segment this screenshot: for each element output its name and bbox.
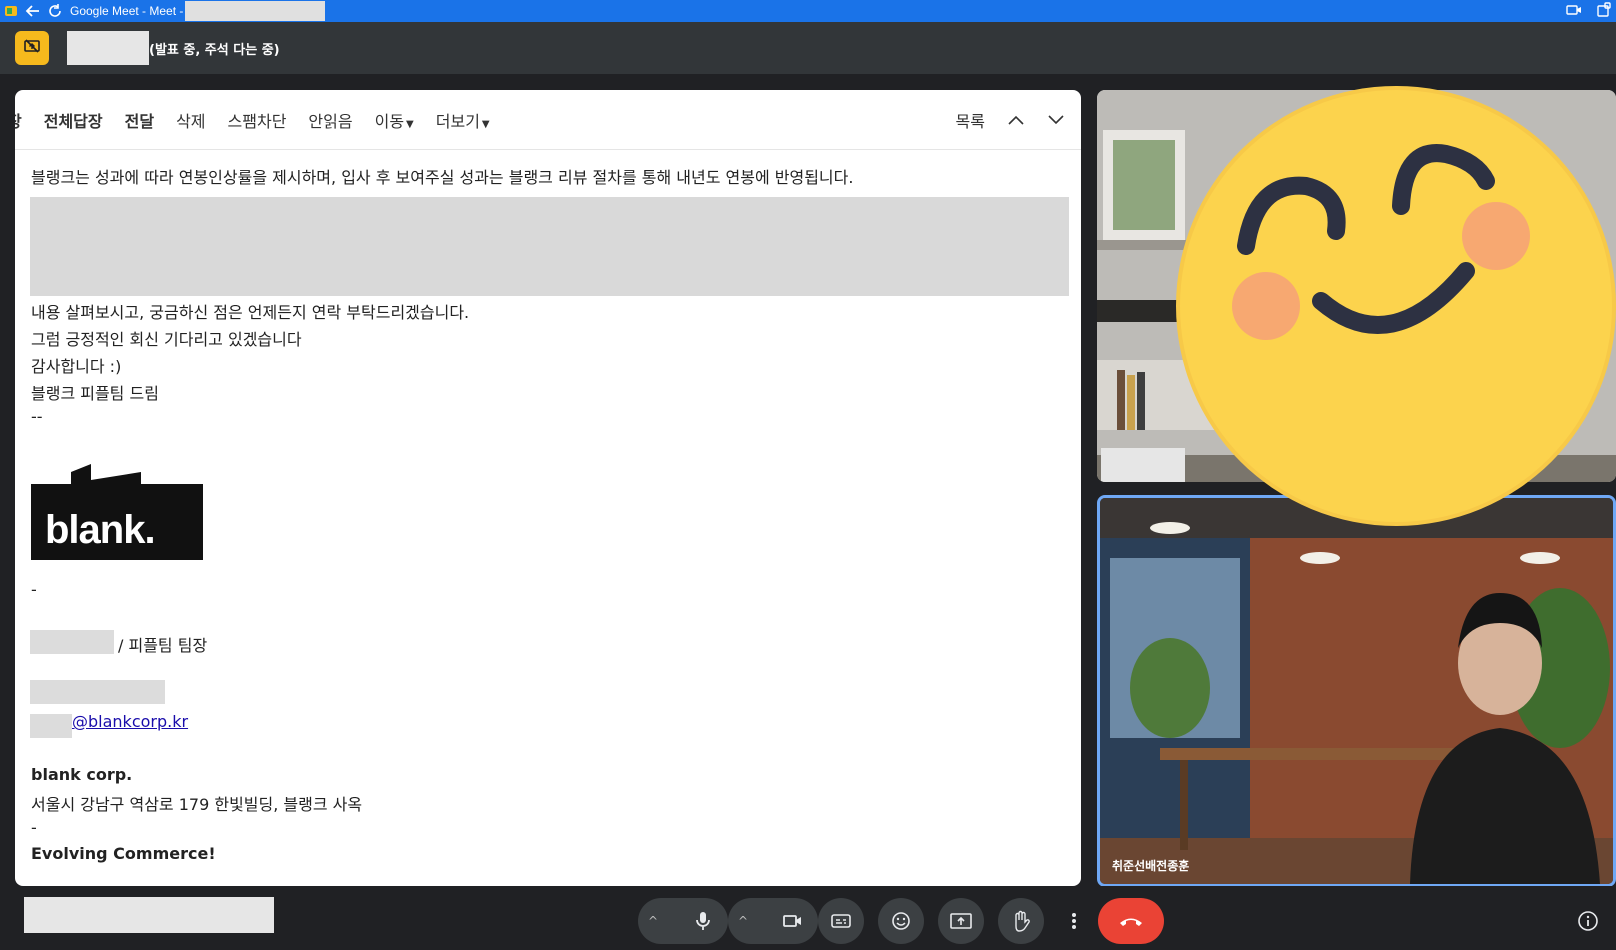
signature-title: / 피플팀 팀장 [118,636,208,655]
move-label: 이동 [374,111,405,131]
shared-screen: 장 전체답장 전달 삭제 스팸차단 안읽음 이동▼ 더보기▼ 목록 블랭크는 성… [15,90,1081,886]
company-name: blank corp. [31,765,133,784]
mail-paragraph: 블랭크는 성과에 따라 연봉인상률을 제시하며, 입사 후 보여주실 성과는 블… [31,168,854,187]
company-address: 서울시 강남구 역삼로 179 한빛빌딩, 블랭크 사옥 [31,795,363,814]
redacted-meeting-info [24,897,274,933]
camera-indicator-icon[interactable] [1566,3,1582,20]
present-button[interactable] [938,898,984,944]
forward-button[interactable]: 전달 [125,108,154,132]
camera-button[interactable] [773,901,813,941]
caret-down-icon: ▼ [406,118,414,130]
redacted-title [185,1,326,21]
list-button[interactable]: 목록 [956,108,985,132]
caret-down-icon: ▼ [481,118,490,130]
mail-paragraph: 블랭크 피플팀 드림 [31,384,159,403]
redacted-participant-name [1101,448,1185,482]
blank-logo: blank. [31,464,203,560]
raise-hand-icon [1015,910,1030,932]
end-call-icon [1120,918,1142,926]
captions-icon [831,914,851,928]
raise-hand-button[interactable] [998,898,1044,944]
email-link[interactable]: @blankcorp.kr [72,712,188,731]
redacted-block [30,197,1069,296]
presenter-status: (발표 중, 주석 다는 중) [149,42,280,58]
move-dropdown[interactable]: 이동 ▼ [375,108,414,132]
smiling-face-emoji-icon [1176,86,1616,526]
site-favicon-icon [0,0,22,22]
mail-paragraph: 내용 살펴보시고, 궁금하신 점은 언제든지 연락 부탁드리겠습니다. [31,303,470,322]
redacted-email-user [30,714,72,738]
present-icon [950,913,972,929]
extension-icon[interactable] [1596,1,1612,21]
mail-paragraph: 감사합니다 :) [31,357,122,376]
redacted-name [30,630,114,654]
separator-text: - [31,818,37,837]
reactions-button[interactable] [878,898,924,944]
mail-paragraph: 그럼 긍정적인 회신 기다리고 있겠습니다 [31,330,302,349]
back-arrow-icon[interactable] [22,0,44,22]
audio-control-group: ^ [638,898,728,944]
logo-text: blank. [45,508,156,552]
more-dropdown[interactable]: 더보기 ▼ [436,108,490,132]
participant-tile-2[interactable]: 취준선배전종훈 [1097,495,1616,887]
meeting-info-button[interactable] [1576,898,1600,944]
emoji-icon [892,912,910,930]
delete-button[interactable]: 삭제 [176,108,205,132]
reload-icon[interactable] [44,0,66,22]
previous-mail-icon[interactable] [1007,111,1025,130]
reply-button[interactable]: 장 [15,108,22,132]
more-options-icon [1072,913,1076,929]
more-label: 더보기 [435,111,480,131]
block-spam-button[interactable]: 스팸차단 [228,108,287,132]
tab-title: Google Meet - Meet - [70,4,184,18]
presentation-badge[interactable] [15,31,49,65]
redacted-presenter-name [67,31,149,65]
microphone-icon [696,912,710,930]
company-slogan: Evolving Commerce! [31,844,216,863]
camera-icon [783,915,801,927]
meeting-controls: ^ ^ [0,886,1616,950]
separator-text: - [31,580,37,599]
info-icon [1578,911,1598,931]
video-control-group: ^ [728,898,818,944]
participant-name: 취준선배전종훈 [1112,859,1190,873]
chevron-up-icon[interactable]: ^ [648,914,658,928]
presenter-bar: (발표 중, 주석 다는 중) [0,22,1616,74]
separator-text: -- [31,407,43,426]
microphone-button[interactable] [683,901,723,941]
next-mail-icon[interactable] [1047,111,1065,130]
browser-title-bar: Google Meet - Meet - [0,0,1616,22]
captions-button[interactable] [818,898,864,944]
redacted-phone [30,680,165,704]
participant-video [1100,498,1613,884]
end-call-button[interactable] [1098,898,1164,944]
mark-unread-button[interactable]: 안읽음 [308,108,352,132]
mail-toolbar: 장 전체답장 전달 삭제 스팸차단 안읽음 이동▼ 더보기▼ 목록 [15,90,1081,150]
stop-presenting-icon [23,37,41,59]
more-options-button[interactable] [1062,898,1086,944]
chevron-up-icon[interactable]: ^ [738,914,748,928]
reply-all-button[interactable]: 전체답장 [44,108,103,132]
